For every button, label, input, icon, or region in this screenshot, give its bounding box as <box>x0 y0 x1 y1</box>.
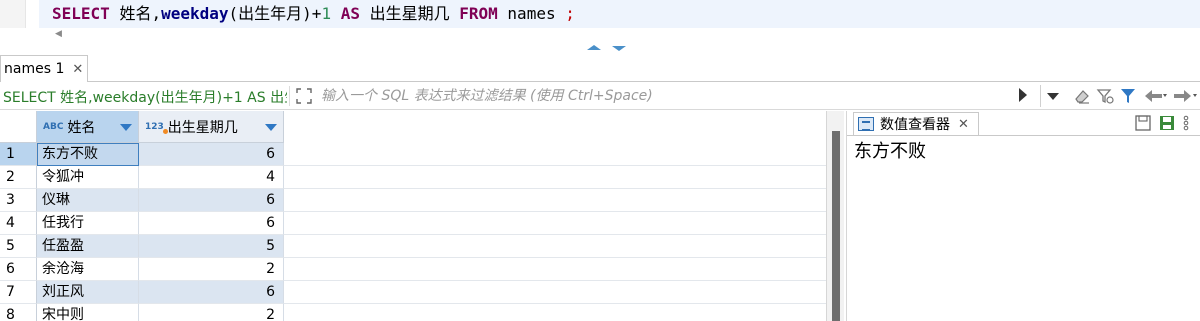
sql-token: 姓名, <box>119 4 162 23</box>
empty-cell <box>284 281 826 304</box>
row-number[interactable]: 6 <box>0 258 37 281</box>
more-options-icon[interactable] <box>1182 114 1190 132</box>
sql-token: + <box>311 4 322 23</box>
sql-token: FROM <box>459 4 508 23</box>
column-header-label: 出生星期几 <box>167 119 238 136</box>
sql-token: ; <box>565 4 575 23</box>
grid-corner[interactable] <box>0 111 37 143</box>
eraser-icon[interactable] <box>1072 86 1092 106</box>
viewer-toolbar <box>1134 114 1190 132</box>
apply-filter-icon[interactable] <box>1019 88 1027 102</box>
cell-weekday[interactable]: 2 <box>139 258 284 281</box>
maximize-results-icon[interactable] <box>612 46 626 51</box>
divider <box>289 86 290 106</box>
cell-name[interactable]: 刘正风 <box>37 281 139 304</box>
filter-bar: SELECT 姓名,weekday(出生年月)+1 AS 出生星期几 FROM … <box>0 83 1200 110</box>
cell-name[interactable]: 宋中则 <box>37 304 139 321</box>
save-to-file-icon[interactable] <box>1158 114 1176 132</box>
cell-weekday[interactable]: 6 <box>139 189 284 212</box>
empty-cell <box>284 143 826 166</box>
sql-token: SELECT <box>52 4 120 23</box>
empty-cell <box>284 235 826 258</box>
empty-cell <box>284 189 826 212</box>
sql-token: AS <box>331 4 370 23</box>
sql-token: 1 <box>321 4 332 23</box>
chevron-down-icon[interactable] <box>265 124 277 131</box>
empty-cell <box>284 212 826 235</box>
editor-gutter <box>0 0 26 28</box>
cell-weekday[interactable]: 6 <box>139 143 284 166</box>
cell-name[interactable]: 任盈盈 <box>37 235 139 258</box>
number-type-icon: 123 <box>145 122 168 134</box>
chevron-down-icon[interactable] <box>120 124 132 131</box>
selected-cell-value[interactable]: 东方不败 <box>854 137 926 163</box>
tab-label: names 1 <box>4 61 65 77</box>
filter-input[interactable] <box>321 86 1061 106</box>
cell-weekday[interactable]: 2 <box>139 304 284 321</box>
result-grid[interactable]: ABC 姓名 123 出生星期几 1 东方不败 6 2 令狐冲 4 3 仪琳 6 4 任我行 6 5 任盈… <box>0 111 830 321</box>
cell-weekday[interactable]: 6 <box>139 281 284 304</box>
filter-icon[interactable] <box>1118 86 1138 106</box>
cell-weekday[interactable]: 4 <box>139 166 284 189</box>
panel-splitter[interactable] <box>0 44 1200 53</box>
close-icon[interactable]: ✕ <box>958 117 969 132</box>
maximize-editor-icon[interactable] <box>587 45 601 50</box>
row-number[interactable]: 2 <box>0 166 37 189</box>
tab-value-viewer[interactable]: 数值查看器 ✕ <box>853 112 979 135</box>
chevron-down-icon <box>1047 93 1059 100</box>
grid-vertical-scrollbar[interactable] <box>826 111 844 321</box>
empty-cell <box>284 304 826 321</box>
tab-names-1[interactable]: names 1 ✕ <box>0 55 88 82</box>
cell-name[interactable]: 任我行 <box>37 212 139 235</box>
cell-name[interactable]: 余沧海 <box>37 258 139 281</box>
divider <box>847 135 1200 136</box>
row-number[interactable]: 7 <box>0 281 37 304</box>
cell-name[interactable]: 令狐冲 <box>37 166 139 189</box>
column-header-weekday[interactable]: 123 出生星期几 <box>139 111 284 143</box>
row-number[interactable]: 5 <box>0 235 37 258</box>
close-icon[interactable]: ✕ <box>72 62 83 77</box>
scrollbar-thumb[interactable] <box>832 131 840 321</box>
row-number[interactable]: 8 <box>0 304 37 321</box>
expand-icon[interactable] <box>295 87 313 105</box>
sql-token: weekday <box>161 4 229 23</box>
value-viewer-panel: 数值查看器 ✕ 东方不败 <box>846 111 1200 321</box>
cell-name[interactable]: 东方不败 <box>37 143 139 166</box>
empty-cell <box>284 166 826 189</box>
row-number[interactable]: 4 <box>0 212 37 235</box>
active-query-text: SELECT 姓名,weekday(出生年月)+1 AS 出生星期几 FROM … <box>3 90 287 106</box>
editor-horizontal-scrollbar[interactable] <box>0 28 1200 44</box>
cell-weekday[interactable]: 6 <box>139 212 284 235</box>
sql-code-line[interactable]: SELECT 姓名,weekday(出生年月)+1 AS 出生星期几 FROM … <box>52 4 575 24</box>
sql-token: (出生年月) <box>228 4 312 23</box>
empty-cell <box>284 258 826 281</box>
filter-settings-icon[interactable] <box>1095 86 1115 106</box>
sql-token: 出生星期几 <box>369 4 460 23</box>
value-viewer-icon <box>858 117 874 131</box>
save-icon[interactable] <box>1134 114 1152 132</box>
results-tab-strip: names 1 ✕ <box>0 53 1200 82</box>
tab-label: 数值查看器 <box>880 117 950 133</box>
column-header-name[interactable]: ABC 姓名 <box>37 111 139 143</box>
cell-name[interactable]: 仪琳 <box>37 189 139 212</box>
cell-weekday[interactable]: 5 <box>139 235 284 258</box>
forward-arrow-icon[interactable] <box>1172 86 1198 106</box>
back-arrow-icon[interactable] <box>1142 86 1168 106</box>
row-number[interactable]: 1 <box>0 143 37 166</box>
text-type-icon: ABC <box>43 121 64 132</box>
filter-history-dropdown[interactable] <box>1040 85 1064 107</box>
row-number[interactable]: 3 <box>0 189 37 212</box>
column-header-label: 姓名 <box>67 119 96 136</box>
scroll-left-arrow-icon[interactable]: ◀ <box>55 29 62 39</box>
sql-token: names <box>507 4 566 23</box>
